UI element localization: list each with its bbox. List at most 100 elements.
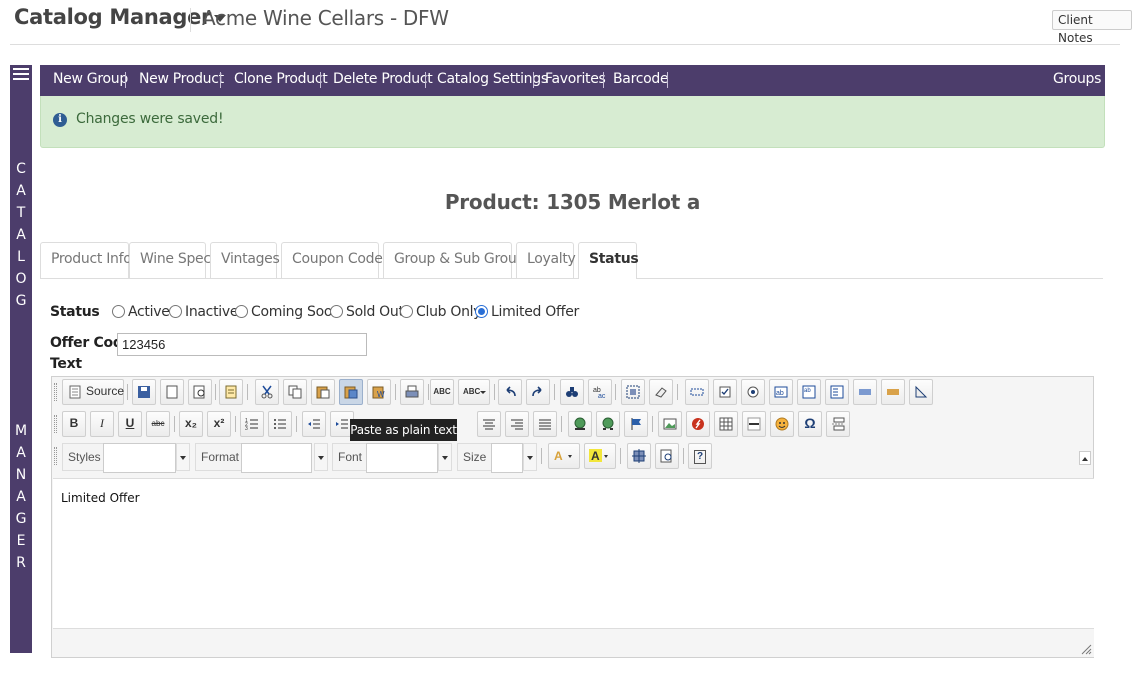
horizontal-rule-button[interactable] (742, 411, 766, 437)
source-button[interactable]: Source (62, 379, 124, 405)
show-blocks-button[interactable] (655, 443, 679, 469)
numbered-list-button[interactable]: 123 (240, 411, 264, 437)
radio-button-selected[interactable] (475, 305, 488, 318)
size-dropdown-arrow[interactable] (523, 443, 537, 471)
spell-check-button[interactable]: ABC (430, 379, 454, 405)
background-color-button[interactable]: A (584, 443, 616, 469)
format-select[interactable] (241, 443, 312, 473)
nav-delete-product[interactable]: Delete Product (333, 71, 433, 87)
justify-button[interactable] (533, 411, 557, 437)
nav-favorites[interactable]: Favorites (545, 71, 606, 87)
status-radio-active[interactable]: Active (112, 304, 170, 320)
offer-code-input[interactable] (117, 333, 367, 356)
templates-button[interactable] (219, 379, 243, 405)
bold-button[interactable]: B (62, 411, 86, 437)
radio-button[interactable] (235, 305, 248, 318)
paste-from-word-button[interactable]: W (367, 379, 391, 405)
radio-button[interactable] (169, 305, 182, 318)
status-radio-limited-offer[interactable]: Limited Offer (475, 304, 579, 320)
tab-group-sub-groups[interactable]: Group & Sub Groups (383, 242, 532, 278)
select-all-button[interactable] (621, 379, 645, 405)
tab-coupon-codes[interactable]: Coupon Codes (281, 242, 390, 278)
special-char-button[interactable]: Ω (798, 411, 822, 437)
undo-button[interactable] (498, 379, 522, 405)
italic-button[interactable]: I (90, 411, 114, 437)
size-select[interactable] (491, 443, 523, 473)
app-title-dropdown[interactable]: Catalog Manager (14, 5, 227, 29)
checkbox-button[interactable] (713, 379, 737, 405)
radio-button-tool[interactable] (741, 379, 765, 405)
tab-loyalty[interactable]: Loyalty (516, 242, 576, 278)
tab-status[interactable]: Status (578, 242, 639, 279)
copy-button[interactable] (283, 379, 307, 405)
tab-wine-spec[interactable]: Wine Spec (129, 242, 211, 278)
cut-button[interactable] (255, 379, 279, 405)
save-button[interactable] (132, 379, 156, 405)
nav-barcode[interactable]: Barcode (613, 71, 669, 87)
editor-content-area[interactable]: Limited Offer (53, 478, 1094, 628)
tab-vintages[interactable]: Vintages (210, 242, 280, 278)
nav-new-product[interactable]: New Product (139, 71, 224, 87)
textarea-button[interactable]: ab (797, 379, 821, 405)
toolbar-grip[interactable] (54, 447, 57, 465)
tab-product-info[interactable]: Product Info (40, 242, 132, 278)
nav-catalog-settings[interactable]: Catalog Settings (437, 71, 548, 87)
preview-button[interactable] (188, 379, 212, 405)
strikethrough-button[interactable]: abc (146, 411, 170, 437)
toolbar-grip[interactable] (54, 383, 57, 401)
paste-button[interactable] (311, 379, 335, 405)
image-button-field-button[interactable] (881, 379, 905, 405)
flash-button[interactable] (686, 411, 710, 437)
outdent-button[interactable] (302, 411, 326, 437)
radio-button[interactable] (330, 305, 343, 318)
toolbar-collapse-icon[interactable] (1079, 451, 1091, 465)
button-field-button[interactable] (853, 379, 877, 405)
client-notes-button[interactable]: Client Notes (1052, 10, 1132, 45)
status-radio-sold-out[interactable]: Sold Out (330, 304, 404, 320)
nav-new-group[interactable]: New Group (53, 71, 128, 87)
find-button[interactable] (560, 379, 584, 405)
toolbar-grip[interactable] (54, 415, 57, 433)
table-button[interactable] (714, 411, 738, 437)
smiley-button[interactable] (770, 411, 794, 437)
nav-groups[interactable]: Groups (1053, 71, 1101, 87)
paste-as-plain-text-button[interactable] (339, 379, 363, 405)
styles-select[interactable] (103, 443, 176, 473)
select-field-button[interactable] (825, 379, 849, 405)
text-color-button[interactable]: A (548, 443, 580, 469)
remove-format-button[interactable] (649, 379, 673, 405)
new-page-button[interactable] (160, 379, 184, 405)
subscript-button[interactable]: x₂ (179, 411, 203, 437)
unlink-button[interactable] (596, 411, 620, 437)
nav-clone-product[interactable]: Clone Product (234, 71, 328, 87)
text-field-button[interactable]: ab (769, 379, 793, 405)
anchor-button[interactable] (624, 411, 648, 437)
font-dropdown-arrow[interactable] (438, 443, 452, 471)
styles-dropdown-arrow[interactable] (176, 443, 190, 471)
align-center-button[interactable] (477, 411, 501, 437)
editor-content[interactable]: Limited Offer (61, 491, 140, 505)
page-break-button[interactable] (826, 411, 850, 437)
status-radio-inactive[interactable]: Inactive (169, 304, 238, 320)
print-button[interactable] (400, 379, 424, 405)
underline-button[interactable]: U (118, 411, 142, 437)
redo-button[interactable] (526, 379, 550, 405)
catalog-manager-sidebar[interactable]: C A T A L O G M A N A G E R (10, 65, 32, 653)
superscript-button[interactable]: x² (207, 411, 231, 437)
bulleted-list-button[interactable] (268, 411, 292, 437)
format-dropdown-arrow[interactable] (314, 443, 328, 471)
radio-button[interactable] (112, 305, 125, 318)
font-select[interactable] (366, 443, 438, 473)
maximize-button[interactable] (627, 443, 651, 469)
resize-grip-icon[interactable] (1080, 643, 1092, 655)
image-button[interactable] (658, 411, 682, 437)
about-button[interactable]: ? (688, 443, 712, 469)
status-radio-club-only[interactable]: Club Only (400, 304, 482, 320)
link-button[interactable] (568, 411, 592, 437)
replace-button[interactable]: ab ac (588, 379, 612, 405)
spell-check-as-you-type-button[interactable]: ABC (458, 379, 490, 405)
hamburger-menu-icon[interactable] (13, 68, 29, 82)
status-radio-coming-soon[interactable]: Coming Soon (235, 304, 341, 320)
radio-button[interactable] (400, 305, 413, 318)
hidden-field-button[interactable] (909, 379, 933, 405)
